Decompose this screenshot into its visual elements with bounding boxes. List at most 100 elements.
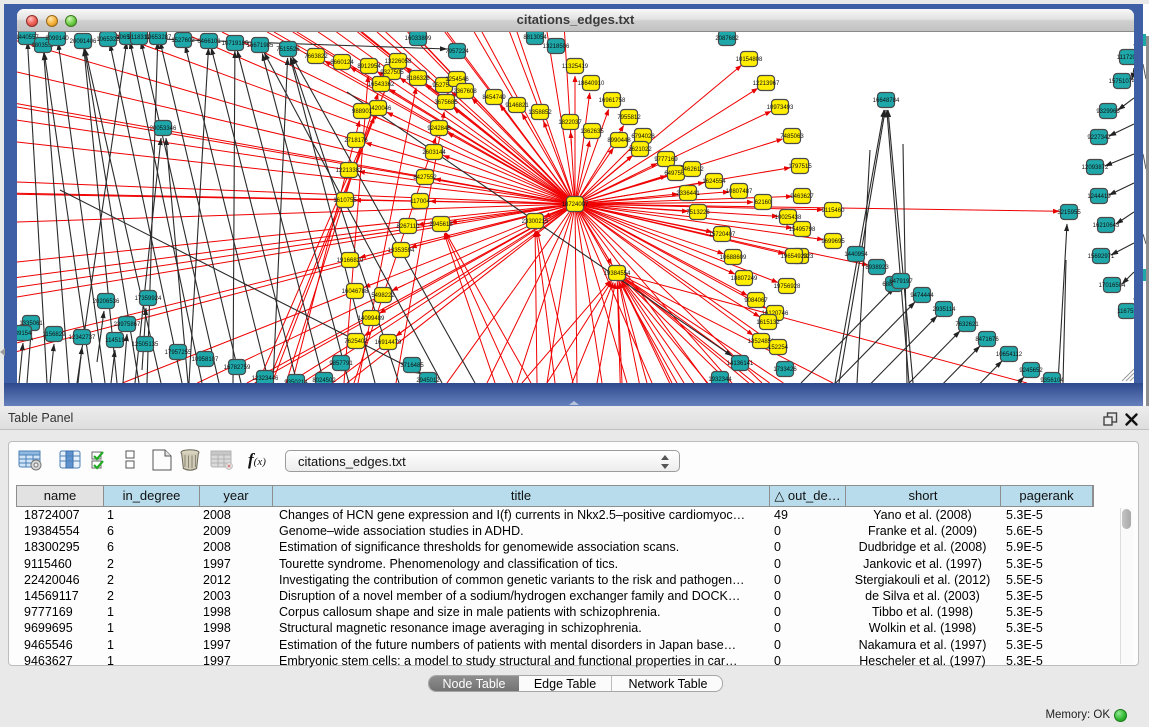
svg-text:9857791: 9857791	[329, 361, 353, 367]
svg-text:17359924: 17359924	[135, 296, 162, 302]
svg-text:7625402: 7625402	[344, 339, 368, 345]
svg-text:9777169: 9777169	[654, 157, 678, 163]
svg-text:16543362: 16543362	[368, 82, 395, 88]
svg-text:8912954: 8912954	[357, 64, 381, 70]
svg-text:7462612: 7462612	[680, 167, 704, 173]
svg-text:19654923: 19654923	[781, 254, 808, 260]
svg-text:10025438: 10025438	[775, 215, 802, 221]
svg-text:19166829: 19166829	[337, 258, 364, 264]
svg-text:23300215: 23300215	[522, 219, 549, 225]
svg-text:1610755: 1610755	[333, 198, 357, 204]
svg-text:11325419: 11325419	[562, 64, 589, 70]
svg-text:8938923: 8938923	[865, 265, 889, 271]
svg-text:1733426: 1733426	[773, 367, 797, 373]
svg-text:8813054: 8813054	[523, 35, 547, 41]
svg-text:9329966: 9329966	[1096, 109, 1120, 115]
svg-text:2099140: 2099140	[45, 36, 69, 42]
svg-text:8024502: 8024502	[312, 378, 336, 383]
svg-text:9356104: 9356104	[1040, 378, 1064, 383]
svg-text:9115460: 9115460	[822, 208, 846, 214]
svg-text:14136141: 14136141	[727, 361, 754, 367]
svg-text:1932344: 1932344	[708, 377, 732, 383]
svg-text:8471676: 8471676	[975, 337, 999, 343]
svg-text:7513226: 7513226	[686, 210, 710, 216]
svg-text:13218506: 13218506	[543, 44, 570, 50]
svg-text:152254: 152254	[768, 345, 789, 351]
svg-text:15720407: 15720407	[709, 232, 736, 238]
svg-text:7663822: 7663822	[304, 54, 328, 60]
svg-text:16671985: 16671985	[247, 43, 274, 49]
svg-text:10807487: 10807487	[726, 189, 753, 195]
svg-text:3716485: 3716485	[400, 363, 424, 369]
svg-text:1244419: 1244419	[1087, 194, 1111, 200]
svg-text:9350214: 9350214	[284, 380, 308, 383]
svg-text:1822037: 1822037	[558, 120, 582, 126]
svg-text:1440954: 1440954	[844, 252, 868, 258]
svg-text:12213967: 12213967	[753, 81, 780, 87]
svg-text:16961758: 16961758	[599, 98, 626, 104]
svg-text:7632621: 7632621	[955, 322, 979, 328]
svg-text:20053346: 20053346	[150, 126, 177, 132]
svg-text:18807249: 18807249	[731, 276, 758, 282]
svg-text:9474444: 9474444	[910, 293, 934, 299]
svg-text:19756928: 19756928	[774, 284, 801, 290]
svg-text:2945618: 2945618	[429, 222, 453, 228]
svg-text:62160: 62160	[755, 200, 772, 206]
svg-text:988901: 988901	[352, 109, 373, 115]
svg-text:114519: 114519	[105, 338, 125, 344]
svg-text:39154: 39154	[17, 331, 32, 337]
svg-text:2718176: 2718176	[344, 138, 368, 144]
svg-text:1527602: 1527602	[171, 38, 195, 44]
svg-text:17016504: 17016504	[1099, 283, 1126, 289]
svg-text:1615132: 1615132	[756, 320, 780, 326]
svg-text:10719185: 10719185	[222, 41, 249, 47]
svg-text:7515526: 7515526	[276, 47, 300, 53]
svg-text:6794028: 6794028	[631, 134, 655, 140]
svg-text:10154808: 10154808	[736, 57, 763, 63]
svg-text:2603144: 2603144	[422, 150, 446, 156]
svg-text:16210643: 16210643	[1093, 223, 1120, 229]
svg-text:2367608: 2367608	[453, 89, 477, 95]
svg-text:20206536: 20206536	[93, 299, 120, 305]
svg-text:18724007: 18724007	[562, 202, 589, 208]
svg-text:9463627: 9463627	[790, 194, 814, 200]
svg-text:1797515: 1797515	[788, 164, 812, 170]
svg-text:9084067: 9084067	[744, 298, 768, 304]
svg-text:7957224: 7957224	[445, 49, 469, 55]
svg-text:9245652: 9245652	[1019, 368, 1043, 374]
svg-text:18640910: 18640910	[578, 81, 605, 87]
svg-text:117004: 117004	[410, 199, 430, 205]
svg-text:12213382: 12213382	[336, 168, 363, 174]
svg-text:16648784: 16648784	[873, 98, 900, 104]
svg-text:1254546: 1254546	[445, 77, 469, 83]
svg-text:2935114: 2935114	[933, 307, 957, 313]
svg-text:15495798: 15495798	[789, 227, 816, 233]
svg-text:12342737: 12342737	[69, 335, 96, 341]
svg-text:1624554: 1624554	[702, 179, 726, 185]
svg-text:13226058: 13226058	[385, 59, 412, 65]
svg-text:12505135: 12505135	[132, 342, 159, 348]
svg-text:10653287: 10653287	[145, 35, 172, 41]
svg-text:9327505: 9327505	[380, 70, 404, 76]
svg-text:12093872: 12093872	[1082, 165, 1109, 171]
svg-text:20091406: 20091406	[70, 39, 97, 45]
svg-text:8186328: 8186328	[406, 76, 430, 82]
svg-text:14099489: 14099489	[358, 316, 385, 322]
svg-text:8660124: 8660124	[330, 60, 354, 66]
svg-text:1117205: 1117205	[1117, 55, 1134, 61]
svg-text:8427552: 8427552	[413, 175, 437, 181]
svg-text:8990448: 8990448	[607, 138, 631, 144]
svg-text:16914479: 16914479	[375, 340, 402, 346]
svg-text:1156829: 1156829	[43, 332, 67, 338]
svg-text:3675685: 3675685	[434, 100, 458, 106]
svg-text:17957255: 17957255	[165, 350, 192, 356]
svg-text:10958107: 10958107	[192, 357, 219, 363]
svg-text:1358852: 1358852	[528, 110, 552, 116]
svg-text:5498222: 5498222	[371, 293, 395, 299]
svg-text:8267110: 8267110	[397, 224, 421, 230]
svg-text:1621022: 1621022	[628, 147, 652, 153]
svg-text:16782759: 16782759	[224, 365, 251, 371]
svg-text:12323446: 12323446	[252, 376, 279, 382]
svg-text:7955812: 7955812	[617, 115, 641, 121]
svg-text:9146821: 9146821	[505, 103, 529, 109]
